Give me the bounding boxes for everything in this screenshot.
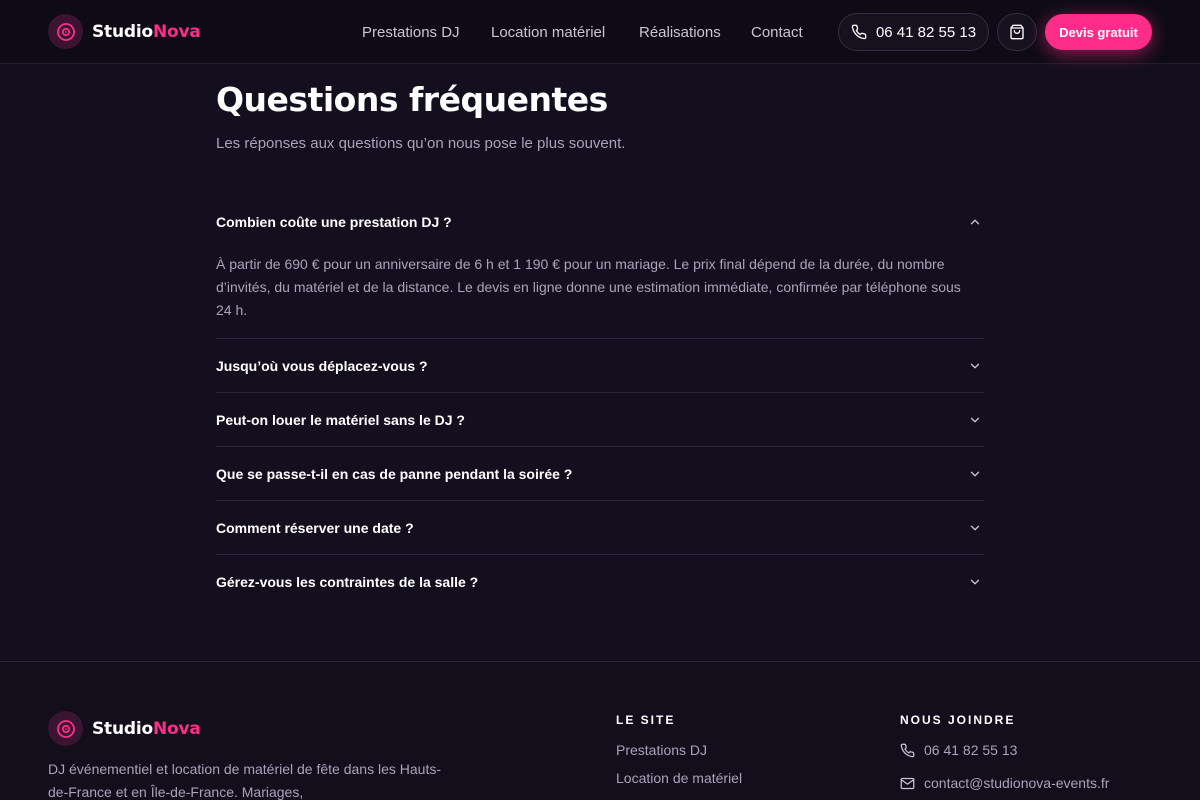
- footer-link-location-materiel[interactable]: Location de matériel: [616, 770, 742, 786]
- faq-question-toggle[interactable]: Jusqu’où vous déplacez-vous ?: [216, 339, 984, 392]
- chevron-down-icon: [970, 417, 980, 422]
- faq-question-toggle[interactable]: Gérez-vous les contraintes de la salle ?: [216, 555, 984, 608]
- faq-list: Combien coûte une prestation DJ ? À part…: [216, 195, 984, 608]
- faq-question-toggle[interactable]: Que se passe-t-il en cas de panne pendan…: [216, 447, 984, 500]
- faq-question: Comment réserver une date ?: [216, 519, 414, 536]
- faq-question-toggle[interactable]: Comment réserver une date ?: [216, 501, 984, 554]
- faq-item: Jusqu’où vous déplacez-vous ?: [216, 339, 984, 393]
- site-footer: StudioNova DJ événementiel et location d…: [0, 661, 1200, 800]
- faq-subtitle: Les réponses aux questions qu’on nous po…: [216, 135, 626, 152]
- footer-brand-name: StudioNova: [92, 718, 201, 739]
- faq-question: Gérez-vous les contraintes de la salle ?: [216, 573, 479, 590]
- vinyl-record-icon: [48, 14, 83, 49]
- chevron-up-icon: [970, 219, 980, 225]
- faq-question: Jusqu’où vous déplacez-vous ?: [216, 357, 428, 374]
- nav-prestations-dj[interactable]: Prestations DJ: [362, 24, 460, 41]
- chevron-down-icon: [970, 471, 980, 476]
- phone-number: 06 41 82 55 13: [875, 23, 977, 41]
- footer-phone-link[interactable]: 06 41 82 55 13: [900, 742, 1017, 758]
- nav-location-materiel[interactable]: Location matériel: [491, 24, 605, 41]
- chevron-down-icon: [970, 579, 980, 584]
- phone-icon: [851, 24, 867, 40]
- faq-item: Gérez-vous les contraintes de la salle ?: [216, 555, 984, 608]
- faq-item: Que se passe-t-il en cas de panne pendan…: [216, 447, 984, 501]
- footer-link-prestations-dj[interactable]: Prestations DJ: [616, 742, 707, 758]
- faq-question-toggle[interactable]: Combien coûte une prestation DJ ?: [216, 195, 984, 249]
- faq-question: Combien coûte une prestation DJ ?: [216, 214, 452, 230]
- site-header: StudioNova Prestations DJ Location matér…: [0, 0, 1200, 64]
- footer-phone-number: 06 41 82 55 13: [924, 742, 1018, 758]
- free-quote-button[interactable]: Devis gratuit: [1045, 14, 1152, 50]
- faq-item: Combien coûte une prestation DJ ? À part…: [216, 195, 984, 339]
- chevron-down-icon: [970, 363, 980, 368]
- nav-realisations[interactable]: Réalisations: [639, 24, 721, 41]
- mail-icon: [900, 777, 915, 789]
- shopping-bag-icon: [1010, 24, 1024, 40]
- cart-button[interactable]: [997, 13, 1037, 51]
- chevron-down-icon: [970, 525, 980, 530]
- faq-question: Peut-on louer le matériel sans le DJ ?: [216, 411, 465, 428]
- faq-item: Comment réserver une date ?: [216, 501, 984, 555]
- vinyl-record-icon: [48, 711, 83, 746]
- phone-button[interactable]: 06 41 82 55 13: [838, 13, 989, 51]
- footer-contact-title: NOUS JOINDRE: [900, 713, 1016, 727]
- footer-email-link[interactable]: contact@studionova-events.fr: [900, 775, 1109, 791]
- footer-email-address: contact@studionova-events.fr: [924, 775, 1110, 791]
- faq-question: Que se passe-t-il en cas de panne pendan…: [216, 465, 573, 482]
- phone-icon: [900, 743, 915, 757]
- faq-question-toggle[interactable]: Peut-on louer le matériel sans le DJ ?: [216, 393, 984, 446]
- faq-item: Peut-on louer le matériel sans le DJ ?: [216, 393, 984, 447]
- footer-brand-logo[interactable]: StudioNova: [48, 711, 201, 746]
- brand-name: StudioNova: [92, 21, 201, 42]
- nav-contact[interactable]: Contact: [751, 24, 803, 41]
- faq-answer: À partir de 690 € pour un anniversaire d…: [216, 256, 961, 318]
- brand-logo[interactable]: StudioNova: [48, 14, 201, 49]
- footer-site-title: LE SITE: [616, 713, 676, 727]
- footer-description: DJ événementiel et location de matériel …: [48, 761, 441, 800]
- faq-title: Questions fréquentes: [216, 80, 608, 119]
